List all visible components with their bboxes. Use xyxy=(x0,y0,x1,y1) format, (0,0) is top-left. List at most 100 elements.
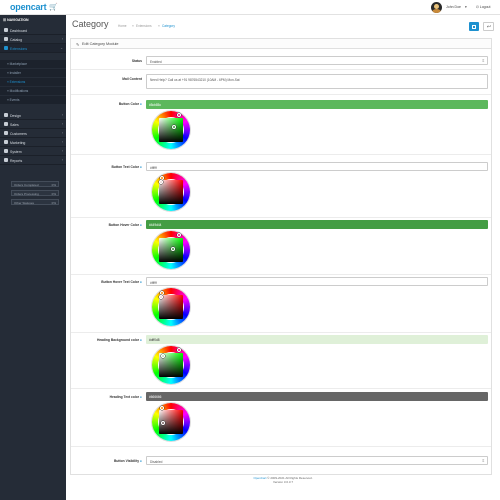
hue-handle[interactable] xyxy=(177,348,181,352)
heading-text-color-picker[interactable] xyxy=(152,403,190,441)
heading-bg-color-picker[interactable] xyxy=(152,346,190,384)
sidebar-item-extensions[interactable]: Extensions ⌄ xyxy=(0,44,66,53)
sidebar-subitem-label: » Modifications xyxy=(7,89,29,93)
footer-version: Version 3.0.3.7 xyxy=(272,480,293,484)
divider xyxy=(71,154,491,155)
sidebar-item-dashboard[interactable]: Dashboard xyxy=(0,26,66,35)
breadcrumb-category[interactable]: Category xyxy=(162,24,175,28)
button-hover-color-input[interactable]: #449d44 xyxy=(146,220,488,229)
avatar[interactable] xyxy=(431,2,442,13)
sidebar-subitem-text: Events xyxy=(9,98,20,102)
sidebar-item-customers[interactable]: Customers › xyxy=(0,129,66,138)
order-stat-processing: Orders Processing 0% xyxy=(11,190,59,196)
stat-value: 0% xyxy=(51,201,56,205)
sidebar-item-reports[interactable]: Reports › xyxy=(0,156,66,165)
sidebar-item-design[interactable]: Design › xyxy=(0,111,66,120)
button-text-color-label: Button Text Color ● xyxy=(75,165,142,169)
order-stat-completed: Orders Completed 0% xyxy=(11,181,59,187)
sidebar-subitem-modifications[interactable]: » Modifications xyxy=(0,87,66,95)
chevron-right-icon: › xyxy=(61,149,63,153)
saturation-handle[interactable] xyxy=(159,295,163,299)
heading-text-color-input[interactable]: #666666 xyxy=(146,392,488,401)
button-color-label-text: Button Color xyxy=(118,102,140,106)
status-select[interactable]: Enabled ⇳ xyxy=(146,56,488,65)
button-hover-text-color-label-text: Button Hover Text Color xyxy=(101,280,140,284)
breadcrumb-extensions[interactable]: Extensions xyxy=(136,24,152,28)
chevron-down-icon[interactable]: ▾ xyxy=(465,5,467,9)
sidebar-item-label: Reports xyxy=(10,158,23,163)
hue-handle[interactable] xyxy=(177,113,181,117)
top-header: opencart 🛒 John Doe ▾ ⏻ Logout xyxy=(0,0,500,15)
heading-text-color-label-text: Heading Text color xyxy=(109,395,140,399)
button-color-picker[interactable] xyxy=(152,111,190,149)
stat-label: Other Statuses xyxy=(14,201,35,205)
opencart-link[interactable]: OpenCart xyxy=(253,476,266,480)
mail-content-value: Need Help? Call us at +91 9876543210 (10… xyxy=(150,77,240,82)
button-hover-text-color-value: #ffffff xyxy=(150,280,157,285)
sidebar-subitem-label: » Extensions xyxy=(7,80,26,84)
opencart-logo[interactable]: opencart xyxy=(10,2,47,12)
sidebar-subitem-marketplace[interactable]: » Marketplace xyxy=(0,60,66,68)
panel-heading: ✎ Edit Category Module xyxy=(71,39,491,49)
chevron-right-icon: › xyxy=(61,158,63,162)
sidebar-subitem-label: » Events xyxy=(7,98,20,102)
sidebar-subitem-text: Extensions xyxy=(9,80,26,84)
mail-content-textarea[interactable]: Need Help? Call us at +91 9876543210 (10… xyxy=(146,74,488,89)
user-name[interactable]: John Doe xyxy=(446,5,461,9)
breadcrumb-home[interactable]: Home xyxy=(118,24,127,28)
stat-value: 0% xyxy=(51,192,56,196)
heading-bg-color-input[interactable]: #dff0d8 xyxy=(146,335,488,344)
tag-icon xyxy=(4,37,8,41)
stat-label: Orders Completed xyxy=(14,183,39,187)
saturation-handle[interactable] xyxy=(161,354,165,358)
saturation-square[interactable] xyxy=(159,118,183,142)
save-button[interactable] xyxy=(469,22,479,31)
saturation-square[interactable] xyxy=(159,295,183,319)
chevron-right-icon: › xyxy=(61,140,63,144)
stat-value: 0% xyxy=(51,183,56,187)
button-text-color-input[interactable]: #ffffff xyxy=(146,162,488,171)
heading-bg-color-label: Heading Background color ● xyxy=(75,338,142,342)
button-hover-color-picker[interactable] xyxy=(152,231,190,269)
sidebar-item-label: Extensions xyxy=(10,46,28,51)
sidebar-subitem-extensions[interactable]: » Extensions xyxy=(0,78,66,86)
divider xyxy=(71,332,491,333)
button-hover-text-color-picker[interactable] xyxy=(152,288,190,326)
button-visibility-label: Button Visibility ● xyxy=(75,459,142,463)
back-button[interactable]: ↩ xyxy=(483,22,494,31)
sidebar-item-system[interactable]: System › xyxy=(0,147,66,156)
chevron-right-icon: › xyxy=(61,37,63,41)
button-text-color-picker[interactable] xyxy=(152,173,190,211)
navigation-heading-text: NAVIGATION xyxy=(7,18,29,22)
sidebar-subitem-events[interactable]: » Events xyxy=(0,96,66,104)
sidebar-subitem-text: Modifications xyxy=(9,89,29,93)
saturation-square[interactable] xyxy=(159,180,183,204)
button-color-input[interactable]: #5cb85c xyxy=(146,100,488,109)
hue-handle[interactable] xyxy=(160,406,164,410)
sidebar-subitem-installer[interactable]: » Installer xyxy=(0,69,66,77)
saturation-handle[interactable] xyxy=(159,180,163,184)
button-text-color-value: #ffffff xyxy=(150,165,157,170)
divider xyxy=(71,388,491,389)
help-icon: ● xyxy=(140,459,142,463)
saturation-handle[interactable] xyxy=(171,247,175,251)
sidebar-item-sales[interactable]: Sales › xyxy=(0,120,66,129)
chevron-down-icon: ⇳ xyxy=(481,58,485,63)
help-icon: ● xyxy=(140,280,142,284)
sidebar-item-label: Sales xyxy=(10,122,19,127)
sidebar-item-label: Customers xyxy=(10,131,27,136)
saturation-handle[interactable] xyxy=(161,421,165,425)
status-label: Status xyxy=(131,59,142,63)
sidebar-subitem-label: » Marketplace xyxy=(7,62,28,66)
logout-link[interactable]: ⏻ Logout xyxy=(476,5,490,9)
help-icon: ● xyxy=(140,395,142,399)
button-hover-text-color-input[interactable]: #ffffff xyxy=(146,277,488,286)
button-visibility-select[interactable]: Disabled ⇳ xyxy=(146,456,488,465)
breadcrumb-separator: » xyxy=(158,24,160,28)
sidebar-item-catalog[interactable]: Catalog › xyxy=(0,35,66,44)
sidebar-item-label: Design xyxy=(10,113,21,118)
sidebar-item-label: System xyxy=(10,149,22,154)
sidebar-item-marketing[interactable]: Marketing › xyxy=(0,138,66,147)
saturation-handle[interactable] xyxy=(172,125,176,129)
hue-handle[interactable] xyxy=(177,233,181,237)
